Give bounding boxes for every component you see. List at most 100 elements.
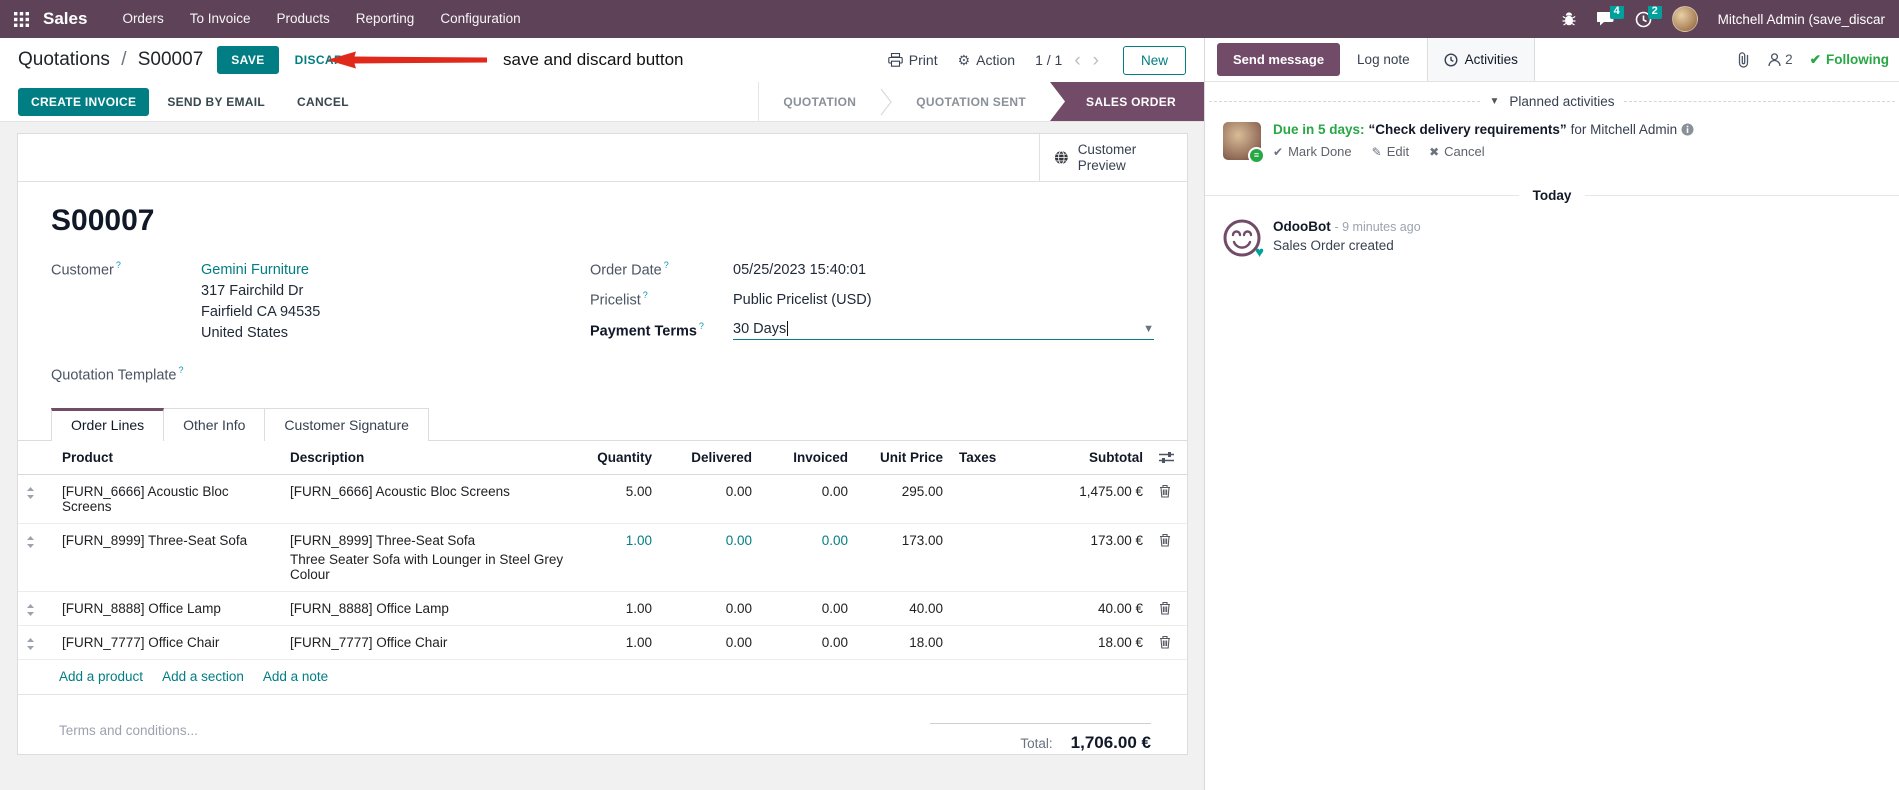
send-message-button[interactable]: Send message bbox=[1217, 43, 1341, 76]
table-row[interactable]: [FURN_6666] Acoustic Bloc Screens [FURN_… bbox=[18, 474, 1187, 525]
cell-taxes[interactable] bbox=[951, 591, 1026, 627]
delete-row-button[interactable] bbox=[1151, 523, 1187, 593]
create-invoice-button[interactable]: CREATE INVOICE bbox=[18, 87, 150, 116]
col-quantity[interactable]: Quantity bbox=[572, 441, 660, 476]
menu-orders[interactable]: Orders bbox=[109, 0, 176, 38]
action-button[interactable]: ⚙ Action bbox=[958, 52, 1015, 69]
col-unit-price[interactable]: Unit Price bbox=[856, 441, 951, 476]
table-row[interactable]: [FURN_8999] Three-Seat Sofa [FURN_8999] … bbox=[18, 523, 1187, 593]
following-button[interactable]: ✔ Following bbox=[1810, 52, 1889, 68]
cell-quantity[interactable]: 5.00 bbox=[572, 474, 660, 525]
user-avatar[interactable] bbox=[1671, 6, 1698, 32]
cell-product[interactable]: [FURN_8888] Office Lamp bbox=[54, 591, 282, 627]
mark-done-button[interactable]: ✔ Mark Done bbox=[1273, 144, 1352, 159]
step-quotation-sent[interactable]: QUOTATION SENT bbox=[892, 82, 1050, 121]
cell-unit-price[interactable]: 18.00 bbox=[856, 625, 951, 661]
save-button[interactable]: SAVE bbox=[217, 46, 279, 74]
cell-product[interactable]: [FURN_7777] Office Chair bbox=[54, 625, 282, 661]
followers-button[interactable]: 2 bbox=[1768, 52, 1793, 67]
cell-unit-price[interactable]: 295.00 bbox=[856, 474, 951, 525]
payment-terms-input[interactable]: 30 Days ▼ bbox=[733, 321, 1154, 340]
apps-menu-icon[interactable] bbox=[14, 11, 29, 27]
message-author[interactable]: OdooBot bbox=[1273, 219, 1331, 234]
menu-configuration[interactable]: Configuration bbox=[427, 0, 533, 38]
cell-description[interactable]: [FURN_8999] Three-Seat Sofa Three Seater… bbox=[282, 523, 572, 593]
cell-product[interactable]: [FURN_6666] Acoustic Bloc Screens bbox=[54, 474, 282, 525]
cancel-activity-button[interactable]: ✖ Cancel bbox=[1429, 144, 1485, 159]
new-button[interactable]: New bbox=[1122, 45, 1186, 75]
pager-previous-icon[interactable]: ‹ bbox=[1074, 51, 1080, 70]
col-subtotal[interactable]: Subtotal bbox=[1026, 441, 1151, 476]
log-note-button[interactable]: Log note bbox=[1340, 38, 1427, 81]
step-quotation[interactable]: QUOTATION bbox=[759, 82, 880, 121]
customer-preview-button[interactable]: Customer Preview bbox=[1039, 134, 1187, 181]
cell-delivered[interactable]: 0.00 bbox=[660, 625, 760, 661]
activities-clock-icon[interactable]: 2 bbox=[1635, 6, 1662, 28]
cell-description[interactable]: [FURN_7777] Office Chair bbox=[282, 625, 572, 661]
cell-description[interactable]: [FURN_6666] Acoustic Bloc Screens bbox=[282, 474, 572, 525]
discard-button[interactable]: DISCARD bbox=[295, 53, 352, 67]
tab-order-lines[interactable]: Order Lines bbox=[51, 408, 165, 442]
add-note-link[interactable]: Add a note bbox=[263, 669, 328, 684]
menu-reporting[interactable]: Reporting bbox=[343, 0, 428, 38]
debug-bug-icon[interactable] bbox=[1561, 11, 1577, 27]
drag-handle-icon[interactable] bbox=[18, 523, 54, 593]
cell-invoiced[interactable]: 0.00 bbox=[760, 591, 856, 627]
messages-icon[interactable]: 4 bbox=[1596, 6, 1624, 27]
pager-next-icon[interactable]: › bbox=[1093, 51, 1099, 70]
add-product-link[interactable]: Add a product bbox=[59, 669, 143, 684]
cell-delivered[interactable]: 0.00 bbox=[660, 523, 760, 593]
info-icon[interactable] bbox=[1681, 123, 1694, 136]
add-section-link[interactable]: Add a section bbox=[162, 669, 244, 684]
delete-row-button[interactable] bbox=[1151, 625, 1187, 661]
cancel-button[interactable]: CANCEL bbox=[283, 89, 363, 115]
cell-quantity[interactable]: 1.00 bbox=[572, 625, 660, 661]
col-delivered[interactable]: Delivered bbox=[660, 441, 760, 476]
col-product[interactable]: Product bbox=[54, 441, 282, 476]
cell-taxes[interactable] bbox=[951, 474, 1026, 525]
col-invoiced[interactable]: Invoiced bbox=[760, 441, 856, 476]
cell-quantity[interactable]: 1.00 bbox=[572, 591, 660, 627]
planned-activities-header[interactable]: ▼ Planned activities bbox=[1205, 94, 1899, 109]
tab-other-info[interactable]: Other Info bbox=[164, 408, 266, 442]
delete-row-button[interactable] bbox=[1151, 591, 1187, 627]
send-by-email-button[interactable]: SEND BY EMAIL bbox=[153, 89, 279, 115]
optional-columns-button[interactable] bbox=[1151, 441, 1187, 476]
pricelist-value[interactable]: Public Pricelist (USD) bbox=[733, 292, 872, 308]
cell-quantity[interactable]: 1.00 bbox=[572, 523, 660, 593]
cell-unit-price[interactable]: 40.00 bbox=[856, 591, 951, 627]
cell-product[interactable]: [FURN_8999] Three-Seat Sofa bbox=[54, 523, 282, 593]
delete-row-button[interactable] bbox=[1151, 474, 1187, 525]
menu-products[interactable]: Products bbox=[264, 0, 343, 38]
order-date-value[interactable]: 05/25/2023 15:40:01 bbox=[733, 262, 866, 278]
table-row[interactable]: [FURN_8888] Office Lamp [FURN_8888] Offi… bbox=[18, 591, 1187, 627]
cell-delivered[interactable]: 0.00 bbox=[660, 474, 760, 525]
drag-handle-icon[interactable] bbox=[18, 474, 54, 525]
cell-unit-price[interactable]: 173.00 bbox=[856, 523, 951, 593]
col-taxes[interactable]: Taxes bbox=[951, 441, 1026, 476]
cell-invoiced[interactable]: 0.00 bbox=[760, 625, 856, 661]
drag-handle-icon[interactable] bbox=[18, 625, 54, 661]
edit-activity-button[interactable]: ✎ Edit bbox=[1372, 144, 1409, 159]
table-row[interactable]: [FURN_7777] Office Chair [FURN_7777] Off… bbox=[18, 625, 1187, 661]
user-name[interactable]: Mitchell Admin (save_discar bbox=[1718, 12, 1885, 27]
activities-button[interactable]: Activities bbox=[1426, 38, 1535, 81]
col-description[interactable]: Description bbox=[282, 441, 572, 476]
breadcrumb-parent[interactable]: Quotations bbox=[18, 49, 110, 70]
cell-description[interactable]: [FURN_8888] Office Lamp bbox=[282, 591, 572, 627]
cell-taxes[interactable] bbox=[951, 523, 1026, 593]
cell-invoiced[interactable]: 0.00 bbox=[760, 474, 856, 525]
drag-handle-icon[interactable] bbox=[18, 591, 54, 627]
dropdown-caret-icon[interactable]: ▼ bbox=[1143, 323, 1154, 335]
app-name[interactable]: Sales bbox=[43, 9, 87, 29]
menu-to-invoice[interactable]: To Invoice bbox=[177, 0, 264, 38]
customer-link[interactable]: Gemini Furniture bbox=[201, 260, 320, 281]
cell-taxes[interactable] bbox=[951, 625, 1026, 661]
print-button[interactable]: Print bbox=[888, 52, 938, 68]
tab-customer-signature[interactable]: Customer Signature bbox=[265, 408, 429, 442]
attachment-button[interactable] bbox=[1736, 51, 1751, 68]
cell-delivered[interactable]: 0.00 bbox=[660, 591, 760, 627]
step-sales-order[interactable]: SALES ORDER bbox=[1050, 82, 1204, 121]
terms-conditions-placeholder[interactable]: Terms and conditions... bbox=[59, 723, 198, 738]
cell-invoiced[interactable]: 0.00 bbox=[760, 523, 856, 593]
